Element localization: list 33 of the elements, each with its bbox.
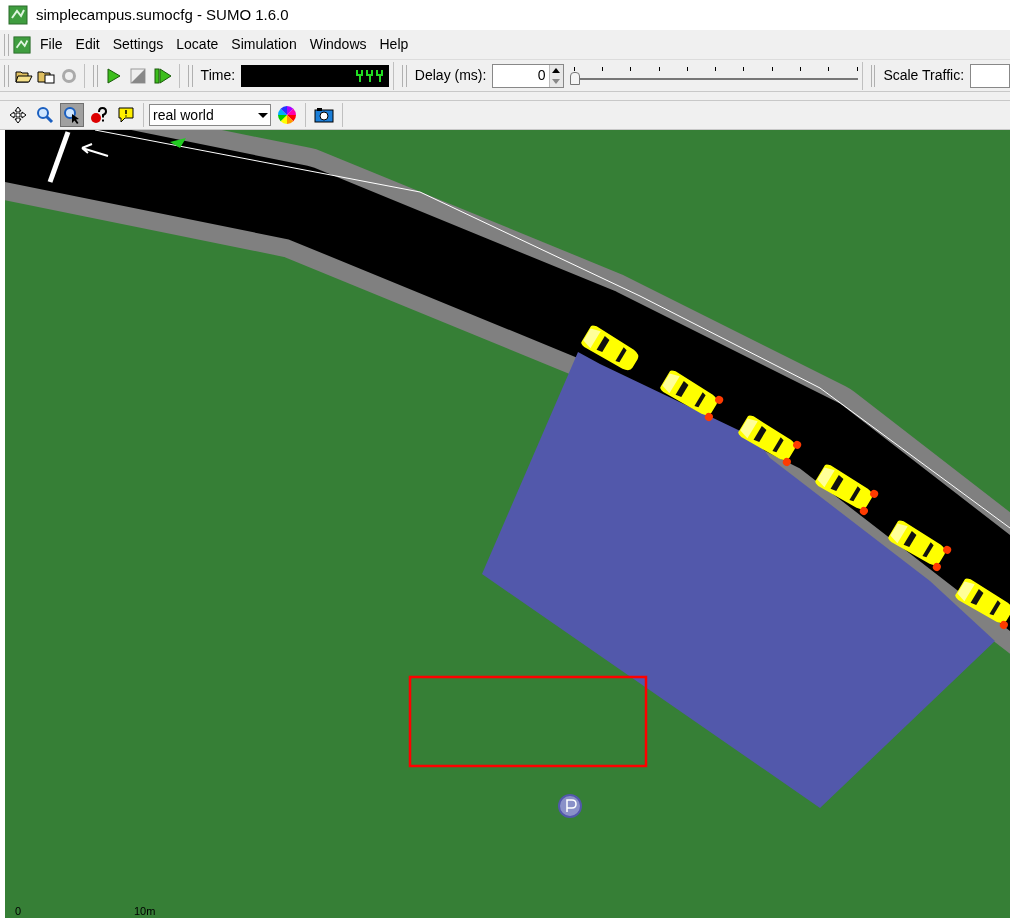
scheme-dropdown[interactable]: real world xyxy=(149,104,271,126)
delay-label: Delay (ms): xyxy=(414,66,487,85)
window-title: simplecampus.sumocfg - SUMO 1.6.0 xyxy=(36,4,289,25)
delay-spinbox[interactable]: 0 xyxy=(492,63,564,88)
speech-bubble-icon xyxy=(117,106,135,124)
parking-icon xyxy=(558,794,582,818)
app-logo-icon xyxy=(8,5,28,25)
time-label: Time: xyxy=(200,66,236,85)
camera-icon[interactable] xyxy=(314,107,334,123)
tool-button[interactable] xyxy=(60,103,84,127)
triangle-marker-icon xyxy=(170,138,186,148)
scale-label: 0 xyxy=(15,905,22,918)
time-digits-drawing xyxy=(355,67,386,84)
select-icon xyxy=(63,106,81,124)
scale-label: 10m xyxy=(134,905,156,918)
menu-item[interactable]: Windows xyxy=(304,32,372,57)
color-wheel-icon[interactable] xyxy=(277,105,297,125)
scale-traffic-label: Scale Traffic: xyxy=(883,66,965,85)
slider-thumb[interactable] xyxy=(569,71,580,85)
help-icon xyxy=(90,106,108,124)
menu-item[interactable]: Help xyxy=(374,32,414,57)
move-icon xyxy=(9,106,27,124)
menu-item[interactable]: Simulation xyxy=(226,32,302,57)
app-logo-icon xyxy=(13,35,31,54)
menu-item[interactable]: Settings xyxy=(107,32,169,57)
map-canvas[interactable]: 0 10m xyxy=(0,130,1010,918)
stop-line xyxy=(47,131,71,183)
search-icon xyxy=(36,106,54,124)
scale-traffic-field[interactable] xyxy=(970,63,1010,88)
menu-item[interactable]: File xyxy=(35,32,68,57)
lane-arrow-icon xyxy=(81,143,109,157)
menu-item[interactable]: Edit xyxy=(70,32,105,57)
menu-item[interactable]: Locate xyxy=(171,32,224,57)
